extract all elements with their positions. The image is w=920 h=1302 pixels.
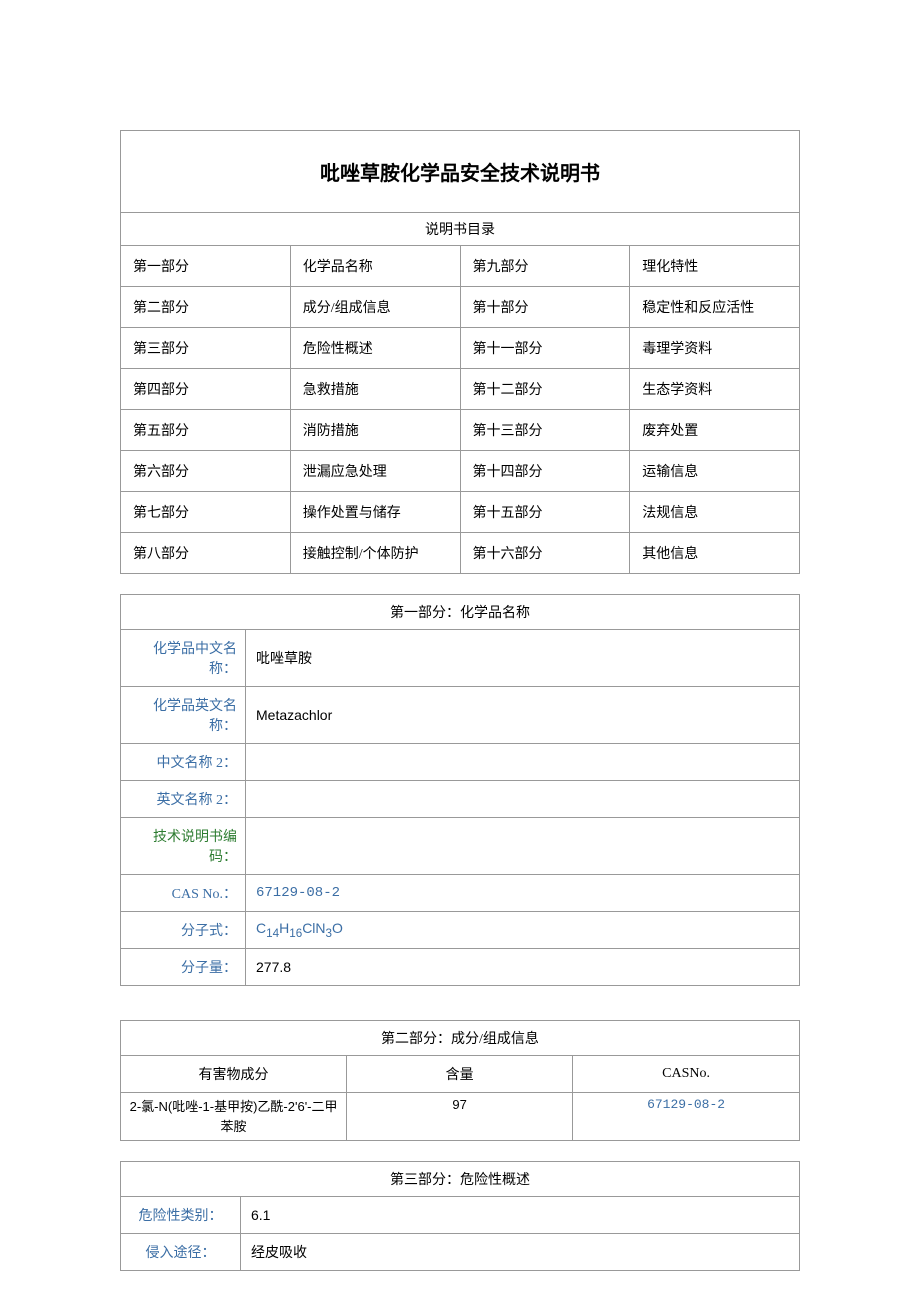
s1-label: 英文名称 2： [121,781,246,818]
s3-val-1: 经皮吸收 [241,1234,800,1271]
s1-value: 67129-08-2 [246,875,800,912]
toc-cell: 泄漏应急处理 [290,451,460,492]
toc-cell: 生态学资料 [630,369,800,410]
doc-title: 吡唑草胺化学品安全技术说明书 [121,131,800,213]
s1-label: 技术说明书编码： [121,818,246,875]
s2-col1: 含量 [347,1056,573,1093]
section2-header: 第二部分：成分/组成信息 [121,1021,800,1056]
toc-cell: 第四部分 [121,369,291,410]
toc-cell: 第五部分 [121,410,291,451]
s3-label-0: 危险性类别： [121,1197,241,1234]
toc-cell: 第六部分 [121,451,291,492]
s1-label: 分子量： [121,949,246,986]
toc-cell: 第十一部分 [460,328,630,369]
toc-cell: 稳定性和反应活性 [630,287,800,328]
toc-cell: 化学品名称 [290,246,460,287]
s1-value: 吡唑草胺 [246,630,800,687]
toc-cell: 运输信息 [630,451,800,492]
toc-cell: 成分/组成信息 [290,287,460,328]
toc-cell: 理化特性 [630,246,800,287]
section3-header: 第三部分：危险性概述 [121,1162,800,1197]
s1-label: 化学品英文名称： [121,687,246,744]
s1-value: Metazachlor [246,687,800,744]
s1-label: 分子式： [121,912,246,949]
s3-label-1: 侵入途径： [121,1234,241,1271]
s1-label: 化学品中文名称： [121,630,246,687]
s1-label: 中文名称 2： [121,744,246,781]
toc-cell: 第十二部分 [460,369,630,410]
s2-col0: 有害物成分 [121,1056,347,1093]
toc-cell: 毒理学资料 [630,328,800,369]
s1-value [246,818,800,875]
toc-cell: 第九部分 [460,246,630,287]
s2-cas: 67129-08-2 [573,1093,800,1141]
toc-cell: 第十四部分 [460,451,630,492]
toc-cell: 第一部分 [121,246,291,287]
s2-ingredient: 2-氯-N(吡唑-1-基甲按)乙酰-2'6'-二甲苯胺 [121,1093,347,1141]
toc-cell: 急救措施 [290,369,460,410]
s1-value: C14H16ClN3O [246,912,800,949]
toc-cell: 第二部分 [121,287,291,328]
toc-cell: 接触控制/个体防护 [290,533,460,574]
toc-cell: 其他信息 [630,533,800,574]
s2-content: 97 [347,1093,573,1141]
toc-cell: 法规信息 [630,492,800,533]
section1-table: 第一部分：化学品名称 化学品中文名称：吡唑草胺化学品英文名称：Metazachl… [120,594,800,986]
toc-cell: 第十五部分 [460,492,630,533]
toc-cell: 第十六部分 [460,533,630,574]
toc-cell: 操作处置与储存 [290,492,460,533]
toc-header: 说明书目录 [121,213,800,246]
s1-value [246,744,800,781]
s3-val-0: 6.1 [241,1197,800,1234]
toc-cell: 消防措施 [290,410,460,451]
s1-value [246,781,800,818]
s1-value: 277.8 [246,949,800,986]
toc-cell: 第十部分 [460,287,630,328]
toc-cell: 废弃处置 [630,410,800,451]
toc-cell: 危险性概述 [290,328,460,369]
section3-table: 第三部分：危险性概述 危险性类别： 6.1 侵入途径： 经皮吸收 [120,1161,800,1271]
toc-table: 吡唑草胺化学品安全技术说明书 说明书目录 第一部分化学品名称第九部分理化特性第二… [120,130,800,574]
toc-cell: 第三部分 [121,328,291,369]
section1-header: 第一部分：化学品名称 [121,595,800,630]
s1-label: CAS No.： [121,875,246,912]
section2-table: 第二部分：成分/组成信息 有害物成分 含量 CASNo. 2-氯-N(吡唑-1-… [120,1020,800,1141]
toc-cell: 第十三部分 [460,410,630,451]
toc-cell: 第八部分 [121,533,291,574]
toc-cell: 第七部分 [121,492,291,533]
s2-col2: CASNo. [573,1056,800,1093]
